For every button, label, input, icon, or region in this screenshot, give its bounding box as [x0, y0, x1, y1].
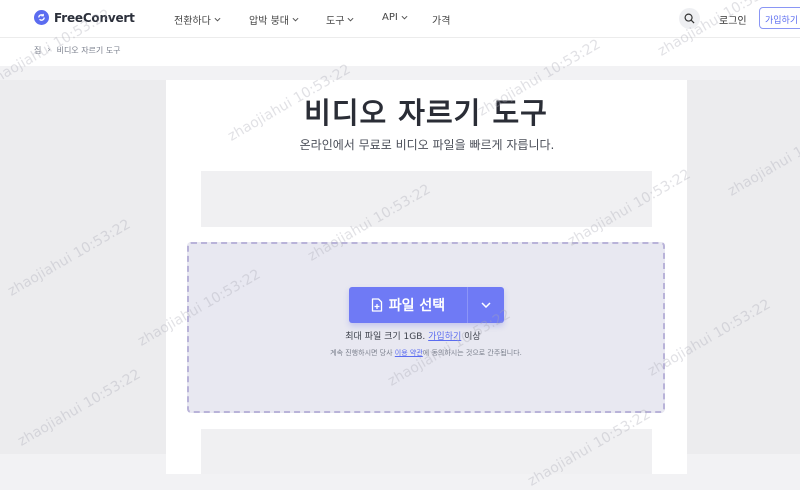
breadcrumb-bar: 집 › 비디오 자르기 도구: [0, 38, 800, 66]
signup-button[interactable]: 가입하기: [759, 7, 800, 29]
chevron-down-icon: [292, 17, 299, 22]
breadcrumb-home[interactable]: 집: [34, 45, 41, 56]
nav-pricing[interactable]: 가격: [432, 12, 450, 27]
terms-suffix: 에 동의하시는 것으로 간주됩니다.: [422, 349, 522, 357]
terms-link[interactable]: 이용 약관: [395, 349, 423, 357]
chevron-down-icon: [401, 15, 408, 20]
choose-file-label: 파일 선택: [388, 298, 446, 314]
nav-tools[interactable]: 도구: [326, 12, 354, 27]
login-link[interactable]: 로그인: [719, 12, 747, 27]
nav-api-label: API: [382, 12, 398, 23]
nav-pricing-label: 가격: [432, 16, 451, 27]
ad-banner-bottom: [201, 429, 652, 474]
chevron-down-icon: [214, 17, 221, 22]
nav-api[interactable]: API: [382, 12, 408, 23]
nav-convert-label: 전환하다: [174, 16, 211, 27]
top-header: FreeConvert 전환하다 압박 붕대 도구 API 가격 로그인 가입하…: [0, 0, 800, 38]
page-subtitle: 온라인에서 무료로 비디오 파일을 빠르게 자릅니다.: [299, 138, 555, 152]
nav-tools-label: 도구: [326, 16, 345, 27]
choose-source-dropdown[interactable]: [468, 287, 504, 323]
chevron-down-icon: [481, 302, 491, 308]
choose-file-button[interactable]: 파일 선택: [349, 287, 467, 323]
search-button[interactable]: [679, 8, 700, 29]
nav-convert[interactable]: 전환하다: [174, 12, 221, 27]
file-plus-icon: [371, 298, 382, 312]
breadcrumb-current: 비디오 자르기 도구: [56, 46, 121, 55]
max-file-size-note: 최대 파일 크기 1GB. 가입하기 이상: [0, 329, 800, 342]
brand-name: FreeConvert: [54, 10, 135, 25]
ad-banner-top: [201, 171, 652, 227]
brand-logo[interactable]: FreeConvert: [34, 10, 135, 25]
max-size-suffix: 이상: [464, 332, 481, 342]
nav-compress[interactable]: 압박 붕대: [249, 12, 299, 27]
breadcrumb-separator: ›: [47, 45, 51, 54]
logo-icon: [34, 10, 49, 25]
file-dropzone[interactable]: [187, 242, 665, 413]
signup-link[interactable]: 가입하기: [428, 332, 461, 342]
nav-compress-label: 압박 붕대: [249, 16, 289, 27]
search-icon: [684, 13, 695, 24]
max-size-text: 최대 파일 크기 1GB.: [345, 332, 426, 342]
choose-file-button-group: 파일 선택: [349, 287, 504, 323]
chevron-down-icon: [347, 17, 354, 22]
breadcrumb: 집 › 비디오 자르기 도구: [34, 45, 121, 56]
terms-text: 계속 진행하시면 당사: [330, 349, 393, 357]
terms-note: 계속 진행하시면 당사 이용 약관에 동의하시는 것으로 간주됩니다.: [0, 348, 800, 358]
page-title: 비디오 자르기 도구: [304, 96, 548, 130]
